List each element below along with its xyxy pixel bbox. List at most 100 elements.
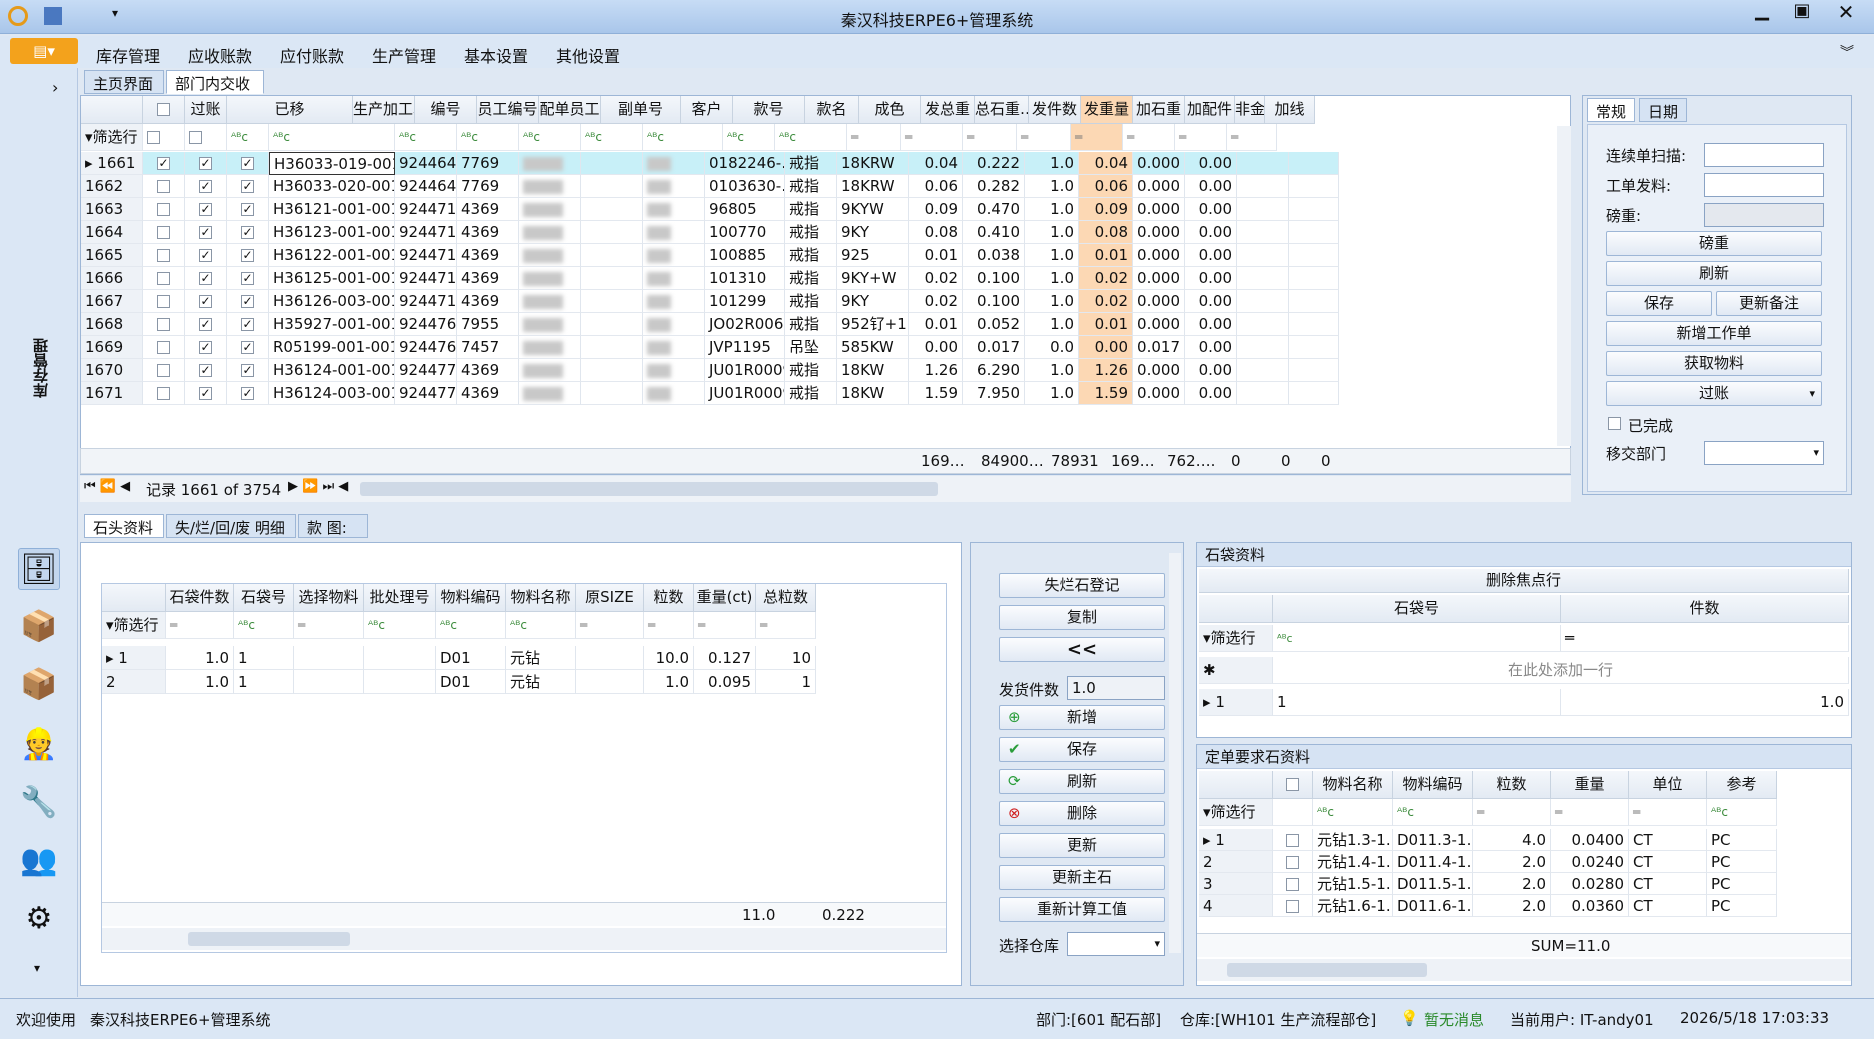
row-cell-18[interactable] — [1237, 336, 1289, 359]
row-cell-pcs[interactable]: 1.0 — [1025, 221, 1079, 244]
req-cell[interactable] — [1273, 895, 1313, 917]
row-cell-no[interactable]: 9244714 — [395, 244, 457, 267]
req-col-0[interactable]: 物料名称 — [1313, 771, 1393, 799]
filter-cell[interactable]: ═ — [294, 612, 364, 639]
row-cell-wt[interactable]: 0.01 — [1079, 244, 1133, 267]
checkbox[interactable]: ✓ — [241, 157, 254, 170]
row-cell-name[interactable]: 戒指 — [785, 244, 837, 267]
req-cell[interactable]: 元钻1.4-1… — [1313, 851, 1393, 873]
stone-cell[interactable]: 10 — [756, 646, 816, 670]
warehouse-select[interactable]: ▾ — [1067, 932, 1165, 956]
update-main-stone-button[interactable]: 更新主石 — [999, 865, 1165, 890]
stone-cell[interactable] — [576, 646, 644, 670]
row-cell-7[interactable] — [581, 152, 643, 175]
row-cell-style[interactable]: 100770 — [705, 221, 785, 244]
row-cell-19[interactable] — [1289, 152, 1339, 175]
row-cell-0[interactable] — [143, 336, 185, 359]
checkbox[interactable]: ✓ — [241, 203, 254, 216]
record-nav-forward[interactable]: ▶ ⏩ ⏭ ◀ — [288, 479, 348, 494]
row-cell-pcs[interactable]: 1.0 — [1025, 267, 1079, 290]
row-cell-color[interactable]: 9KY — [837, 290, 909, 313]
row-cell-total[interactable]: 0.08 — [909, 221, 963, 244]
col-16[interactable]: 加配件 — [1185, 96, 1235, 124]
row-cell-pcs[interactable]: 1.0 — [1025, 198, 1079, 221]
row-cell-2[interactable]: ✓ — [227, 267, 269, 290]
stone-col-1[interactable]: 石袋号 — [234, 584, 294, 612]
row-cell-6[interactable] — [519, 175, 581, 198]
stone-cell[interactable]: 元钻 — [506, 646, 576, 670]
row-cell-7[interactable] — [581, 244, 643, 267]
stone-col-4[interactable]: 物料编码 — [436, 584, 506, 612]
row-cell-wt[interactable]: 0.00 — [1079, 336, 1133, 359]
maximize-button[interactable]: ▣ — [1782, 0, 1822, 26]
col-select[interactable] — [143, 96, 185, 124]
row-cell-8[interactable] — [643, 290, 705, 313]
row-cell-total[interactable]: 1.59 — [909, 382, 963, 405]
expand-nav-icon[interactable]: › — [52, 78, 58, 97]
checkbox[interactable]: ✓ — [241, 249, 254, 262]
checkbox[interactable] — [1286, 834, 1299, 847]
req-cell[interactable]: 4.0 — [1473, 829, 1551, 851]
row-cell-1[interactable]: ✓ — [185, 244, 227, 267]
row-cell-pcs[interactable]: 1.0 — [1025, 359, 1079, 382]
col-bag-pcs[interactable]: 件数 — [1561, 595, 1849, 623]
req-cell[interactable]: PC — [1707, 873, 1777, 895]
row-cell-emp[interactable]: 4369 — [457, 267, 519, 290]
row-cell-wt[interactable]: 0.04 — [1079, 152, 1133, 175]
stone-cell[interactable]: D01 — [436, 670, 506, 694]
filter-cell[interactable]: ᴬᴮc — [269, 124, 395, 151]
row-cell-addst[interactable]: 0.000 — [1133, 198, 1185, 221]
row-cell-name[interactable]: 戒指 — [785, 313, 837, 336]
filter-cell[interactable]: ᴬᴮc — [436, 612, 506, 639]
filter-cell[interactable]: ═ — [694, 612, 756, 639]
row-cell-7[interactable] — [581, 221, 643, 244]
stone-refresh-button[interactable]: ⟳ 刷新 — [999, 769, 1165, 794]
order-input[interactable] — [1704, 173, 1824, 197]
row-cell-no[interactable]: 9244648 — [395, 175, 457, 198]
get-material-button[interactable]: 获取物料 — [1606, 351, 1822, 376]
menu-payable[interactable]: 应付账款 — [280, 43, 344, 67]
row-cell-wt[interactable]: 1.59 — [1079, 382, 1133, 405]
row-cell-2[interactable]: ✓ — [227, 336, 269, 359]
req-cell[interactable]: D011.3-1…. — [1393, 829, 1473, 851]
filter-cell[interactable]: ᴬᴮc — [1393, 799, 1473, 826]
row-cell-style[interactable]: 0182246-… — [705, 152, 785, 175]
row-cell-total[interactable]: 0.04 — [909, 152, 963, 175]
row-cell-18[interactable] — [1237, 313, 1289, 336]
row-cell-1[interactable]: ✓ — [185, 267, 227, 290]
row-cell-name[interactable]: 戒指 — [785, 175, 837, 198]
row-cell-stone[interactable]: 0.470 — [963, 198, 1025, 221]
col-9[interactable]: 款名 — [805, 96, 859, 124]
update-button[interactable]: 更新 — [999, 833, 1165, 858]
checkbox[interactable] — [157, 272, 170, 285]
row-cell-total[interactable]: 1.26 — [909, 359, 963, 382]
checkbox[interactable] — [157, 249, 170, 262]
row-cell-wt[interactable]: 0.09 — [1079, 198, 1133, 221]
req-cell[interactable]: 2.0 — [1473, 873, 1551, 895]
row-cell-19[interactable] — [1289, 313, 1339, 336]
post-button[interactable]: 过账 ▾ — [1606, 381, 1822, 406]
row-cell-0[interactable] — [143, 198, 185, 221]
row-cell-8[interactable] — [643, 336, 705, 359]
row-cell-total[interactable]: 0.02 — [909, 267, 963, 290]
stone-cell[interactable]: D01 — [436, 646, 506, 670]
row-cell-addst[interactable]: 0.017 — [1133, 336, 1185, 359]
stone-col-2[interactable]: 选择物料 — [294, 584, 364, 612]
row-cell-2[interactable]: ✓ — [227, 244, 269, 267]
row-cell-8[interactable] — [643, 175, 705, 198]
row-cell-18[interactable] — [1237, 244, 1289, 267]
back-button[interactable]: << — [999, 637, 1165, 662]
checkbox[interactable]: ✓ — [241, 226, 254, 239]
req-cell[interactable]: 0.0400 — [1551, 829, 1629, 851]
collapse-ribbon-icon[interactable]: ︾ — [1840, 42, 1854, 62]
stone-cell[interactable]: 1.0 — [166, 670, 234, 694]
col-3[interactable]: 编号 — [415, 96, 477, 124]
row-cell-total[interactable]: 0.06 — [909, 175, 963, 198]
row-cell-color[interactable]: 9KY — [837, 221, 909, 244]
row-cell-19[interactable] — [1289, 290, 1339, 313]
col-4[interactable]: 员工编号 — [477, 96, 539, 124]
req-cell[interactable]: D011.6-1…. — [1393, 895, 1473, 917]
row-cell-8[interactable] — [643, 267, 705, 290]
row-cell-6[interactable] — [519, 198, 581, 221]
row-cell-19[interactable] — [1289, 359, 1339, 382]
